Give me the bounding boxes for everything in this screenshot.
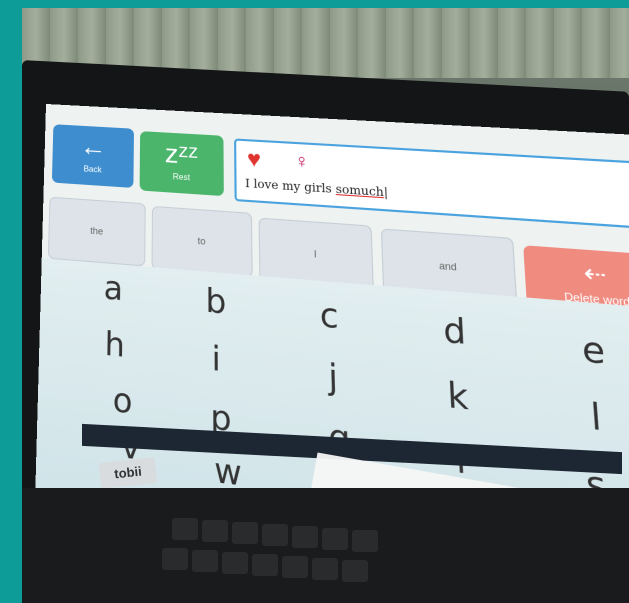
heart-icon: ♥ bbox=[247, 145, 261, 173]
laptop-key bbox=[282, 556, 308, 578]
arrow-left-icon: ← bbox=[52, 126, 134, 167]
key-o[interactable]: o bbox=[101, 380, 144, 424]
word-prediction-2[interactable]: to bbox=[152, 206, 253, 278]
word-prediction-1[interactable]: the bbox=[48, 197, 146, 267]
key-h[interactable]: h bbox=[93, 324, 136, 366]
laptop-key bbox=[252, 554, 278, 576]
back-label: Back bbox=[83, 164, 101, 174]
laptop-key bbox=[222, 552, 248, 574]
key-d[interactable]: d bbox=[430, 310, 479, 354]
laptop-key bbox=[202, 520, 228, 542]
laptop-keyboard bbox=[22, 488, 629, 603]
laptop-key bbox=[262, 524, 288, 546]
laptop-key bbox=[232, 522, 258, 544]
rest-button[interactable]: zᶻᶻ Rest bbox=[140, 131, 224, 196]
laptop-key bbox=[292, 526, 318, 548]
key-l[interactable]: l bbox=[569, 394, 623, 441]
key-k[interactable]: k bbox=[433, 374, 483, 420]
key-c[interactable]: c bbox=[306, 295, 352, 338]
laptop-key bbox=[312, 558, 338, 580]
laptop-key bbox=[162, 548, 188, 570]
message-text: I love my girls somuch| bbox=[245, 177, 388, 200]
photo: ← Back zᶻᶻ Rest ♥ ♀ I love my girls somu… bbox=[22, 8, 629, 603]
rest-label: Rest bbox=[173, 172, 190, 182]
laptop-key bbox=[322, 528, 348, 550]
message-misspelled-word: somuch bbox=[335, 182, 384, 199]
laptop-key bbox=[352, 530, 378, 552]
text-cursor: | bbox=[384, 185, 389, 199]
laptop-key bbox=[172, 518, 198, 540]
laptop-key bbox=[342, 560, 368, 582]
key-b[interactable]: b bbox=[194, 281, 238, 323]
sleep-icon: zᶻᶻ bbox=[140, 133, 224, 175]
girl-icon: ♀ bbox=[294, 150, 309, 173]
key-i[interactable]: i bbox=[194, 338, 238, 381]
message-main: I love my girls bbox=[245, 177, 336, 197]
laptop-key bbox=[192, 550, 218, 572]
key-j[interactable]: j bbox=[310, 356, 357, 401]
back-button[interactable]: ← Back bbox=[52, 124, 134, 188]
key-e[interactable]: e bbox=[567, 329, 620, 375]
key-a[interactable]: a bbox=[92, 269, 134, 310]
